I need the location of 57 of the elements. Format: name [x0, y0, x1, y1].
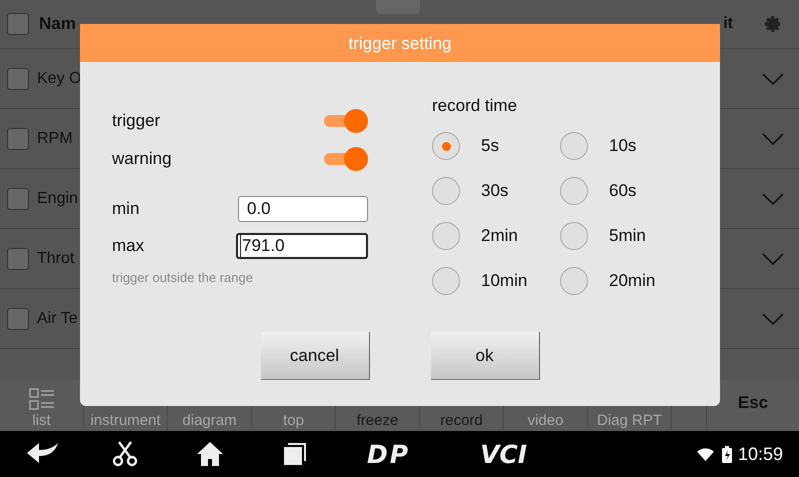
- parameter-name: RPM: [37, 130, 73, 148]
- radio-button[interactable]: [560, 132, 588, 160]
- column-header: it: [723, 15, 733, 33]
- radio-label: 10s: [609, 136, 636, 156]
- battery-icon: [722, 446, 732, 462]
- radio-button[interactable]: [432, 177, 460, 205]
- vci-logo[interactable]: VCI: [480, 440, 528, 468]
- radio-label: 60s: [609, 181, 636, 201]
- checkbox[interactable]: [7, 248, 29, 270]
- back-icon[interactable]: [26, 442, 60, 466]
- radio-label: 10min: [481, 271, 528, 291]
- clock: 10:59: [738, 444, 783, 464]
- dialog-title: trigger setting: [80, 24, 720, 62]
- recent-apps-icon[interactable]: [283, 442, 307, 466]
- input-field[interactable]: 0.0: [238, 196, 368, 222]
- checkbox[interactable]: [7, 188, 29, 210]
- toggle-label: warning: [112, 149, 172, 169]
- dp-logo[interactable]: DP: [367, 440, 410, 468]
- chevron-down-icon[interactable]: [761, 252, 785, 266]
- radio-button[interactable]: [432, 267, 460, 295]
- settings-icon[interactable]: [763, 14, 783, 34]
- chevron-down-icon[interactable]: [761, 72, 785, 86]
- radio-label: 5min: [609, 226, 646, 246]
- list-icon: [28, 388, 54, 410]
- chevron-down-icon[interactable]: [761, 192, 785, 206]
- radio-button[interactable]: [560, 267, 588, 295]
- field-label: min: [112, 198, 140, 218]
- section-label: record time: [432, 96, 518, 116]
- field-label: max: [112, 236, 144, 256]
- hint-text: trigger outside the range: [112, 270, 254, 285]
- chevron-down-icon[interactable]: [761, 312, 785, 326]
- radio-button[interactable]: [432, 132, 460, 160]
- wifi-icon: [696, 448, 714, 460]
- parameter-name: Air Te: [37, 310, 78, 328]
- checkbox[interactable]: [7, 128, 29, 150]
- toggle-label: trigger: [112, 111, 160, 131]
- toggle-switch[interactable]: [322, 150, 368, 168]
- checkbox[interactable]: [7, 68, 29, 90]
- radio-label: 5s: [481, 136, 499, 156]
- radio-button[interactable]: [560, 177, 588, 205]
- toggle-switch[interactable]: [322, 112, 368, 130]
- scissors-icon[interactable]: [112, 441, 138, 467]
- checkbox[interactable]: [7, 13, 29, 35]
- parameter-name: Engin: [37, 190, 78, 208]
- input-field[interactable]: 791.0: [236, 232, 368, 258]
- column-header: Nam: [39, 14, 76, 34]
- radio-label: 20min: [609, 271, 656, 291]
- radio-button[interactable]: [432, 222, 460, 250]
- dialog-button[interactable]: ok: [430, 332, 540, 380]
- radio-button[interactable]: [560, 222, 588, 250]
- parameter-name: Throt: [37, 250, 74, 268]
- chevron-down-icon[interactable]: [761, 132, 785, 146]
- radio-label: 30s: [481, 181, 508, 201]
- home-icon[interactable]: [196, 441, 224, 467]
- dialog-button[interactable]: cancel: [260, 332, 370, 380]
- radio-label: 2min: [481, 226, 518, 246]
- checkbox[interactable]: [7, 308, 29, 330]
